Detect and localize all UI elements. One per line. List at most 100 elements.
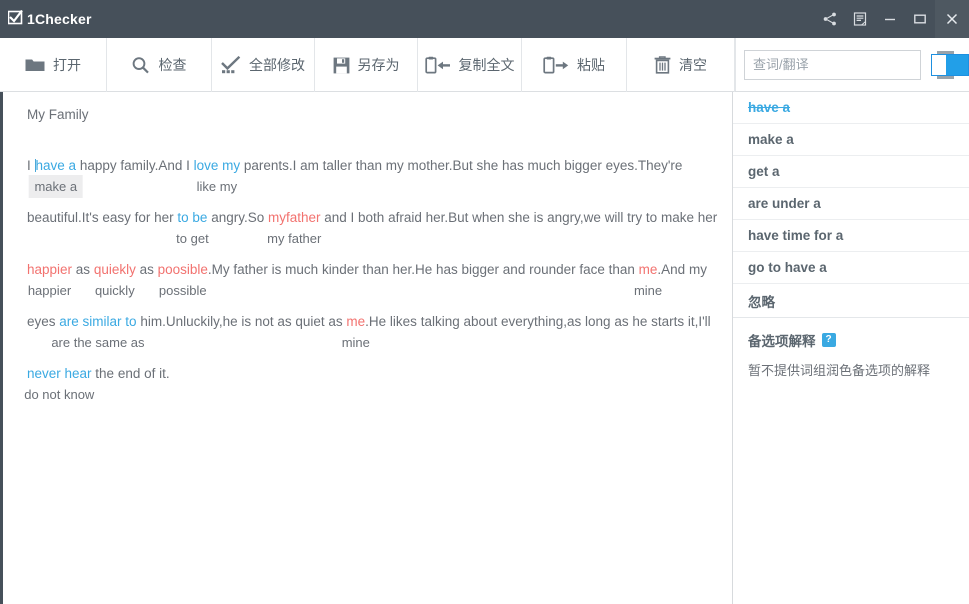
folder-icon bbox=[25, 57, 45, 73]
suggestion-option[interactable]: are under a bbox=[733, 188, 969, 220]
token-text[interactable]: to be bbox=[177, 208, 207, 227]
token-correction[interactable]: do not know bbox=[24, 385, 94, 404]
check-label: 检查 bbox=[158, 57, 187, 73]
translate-toggle[interactable] bbox=[931, 53, 969, 76]
fix-all-label: 全部修改 bbox=[248, 57, 305, 73]
explanation-body: 暂不提供词组润色备选项的解释 bbox=[748, 363, 931, 378]
document-editor[interactable]: My Family I have a make a happy family.An… bbox=[0, 92, 733, 604]
document-title: My Family bbox=[27, 107, 89, 122]
document-line[interactable]: never hear do not know the end of it. bbox=[24, 364, 714, 416]
token-text[interactable]: me bbox=[346, 312, 365, 331]
suggestion-panel: have a make a get a are under a have time fo… bbox=[733, 92, 969, 604]
document-line[interactable]: I have a make a happy family.And I love m… bbox=[27, 156, 714, 208]
text-run: .And my bbox=[657, 262, 707, 277]
text-run: him.Unluckily,he is not as quiet as bbox=[136, 314, 347, 329]
checkbox-check-icon bbox=[7, 9, 23, 28]
text-run: eyes bbox=[27, 314, 60, 329]
clear-button[interactable]: 清空 bbox=[627, 38, 735, 92]
app-title: 1Checker bbox=[27, 11, 92, 27]
toolbar-search-area bbox=[735, 38, 969, 91]
token-correction[interactable]: quickly bbox=[95, 281, 135, 300]
ignore-button[interactable]: 忽略 bbox=[733, 284, 969, 318]
style-suggestion-token[interactable]: never hear do not know bbox=[24, 364, 94, 402]
toggle-knob bbox=[932, 54, 946, 75]
text-run: and I both afraid her.But when she is an… bbox=[320, 210, 718, 225]
suggestion-option[interactable]: go to have a bbox=[733, 252, 969, 284]
text-run: .He likes talking about everything,as lo… bbox=[365, 314, 711, 329]
token-text[interactable]: love my bbox=[194, 156, 241, 175]
text-run: as bbox=[72, 262, 94, 277]
suggestion-list[interactable]: have a make a get a are under a have time fo… bbox=[733, 92, 969, 284]
spelling-error-token[interactable]: me mine bbox=[634, 260, 662, 298]
token-text[interactable]: poosible bbox=[158, 260, 208, 279]
token-correction[interactable]: like my bbox=[197, 177, 237, 196]
spelling-error-token[interactable]: poosible possible bbox=[158, 260, 208, 298]
spelling-error-token[interactable]: me mine bbox=[342, 312, 370, 350]
fix-all-button[interactable]: 全部修改 bbox=[212, 38, 315, 92]
paste-button[interactable]: 粘贴 bbox=[522, 38, 628, 92]
feedback-icon[interactable] bbox=[845, 0, 875, 38]
maximize-icon[interactable] bbox=[905, 0, 935, 38]
window-controls bbox=[815, 0, 969, 38]
check-button[interactable]: 检查 bbox=[107, 38, 212, 92]
search-box[interactable] bbox=[744, 49, 954, 80]
title-bar: 1Checker bbox=[0, 0, 969, 38]
suggestion-current[interactable]: have a bbox=[733, 92, 969, 124]
style-suggestion-token[interactable]: are similar to are the same as bbox=[51, 312, 144, 350]
suggestion-option[interactable]: make a bbox=[733, 124, 969, 156]
spelling-error-token[interactable]: myfather my father bbox=[267, 208, 321, 246]
text-run: parents.I am taller than my mother.But s… bbox=[240, 158, 683, 173]
style-suggestion-token[interactable]: love my like my bbox=[194, 156, 241, 194]
document-line[interactable]: eyes are similar to are the same as him.U… bbox=[27, 312, 714, 364]
text-run: the end of it. bbox=[91, 366, 170, 381]
text-run: as bbox=[135, 262, 158, 277]
text-run: beautiful.It's easy for her bbox=[27, 210, 178, 225]
open-label: 打开 bbox=[52, 57, 81, 73]
copy-all-button[interactable]: 复制全文 bbox=[418, 38, 523, 92]
token-correction[interactable]: to get bbox=[176, 229, 209, 248]
token-text[interactable]: have a bbox=[36, 156, 77, 175]
token-correction[interactable]: are the same as bbox=[51, 333, 144, 352]
token-text[interactable]: myfather bbox=[268, 208, 321, 227]
search-icon bbox=[131, 56, 150, 75]
help-question-icon[interactable]: ? bbox=[821, 333, 836, 347]
style-suggestion-token[interactable]: have a make a bbox=[28, 156, 84, 198]
token-text[interactable]: me bbox=[639, 260, 658, 279]
clear-label: 清空 bbox=[679, 57, 708, 73]
token-text[interactable]: are similar to bbox=[59, 312, 136, 331]
minimize-icon[interactable] bbox=[875, 0, 905, 38]
paste-label: 粘贴 bbox=[577, 57, 606, 73]
token-text[interactable]: never hear bbox=[27, 364, 92, 383]
suggestion-option[interactable]: get a bbox=[733, 156, 969, 188]
token-text[interactable]: happier bbox=[27, 260, 72, 279]
text-run: happy family.And I bbox=[76, 158, 194, 173]
document-line[interactable]: happier happier as quiekly quickly as poos… bbox=[27, 260, 714, 312]
spelling-error-token[interactable]: quiekly quickly bbox=[94, 260, 136, 298]
explanation-title: 备选项解释 bbox=[748, 334, 816, 349]
spelling-error-token[interactable]: happier happier bbox=[27, 260, 72, 298]
search-input[interactable] bbox=[745, 50, 937, 79]
token-correction[interactable]: make a bbox=[28, 175, 84, 198]
close-icon[interactable] bbox=[935, 0, 969, 38]
token-correction[interactable]: mine bbox=[342, 333, 370, 352]
token-correction[interactable]: happier bbox=[28, 281, 71, 300]
floppy-save-icon bbox=[333, 57, 350, 74]
token-correction[interactable]: my father bbox=[267, 229, 321, 248]
document-line[interactable]: beautiful.It's easy for her to be to get … bbox=[27, 208, 717, 260]
style-suggestion-token[interactable]: to be to get bbox=[176, 208, 209, 246]
token-correction[interactable]: mine bbox=[634, 281, 662, 300]
check-all-icon bbox=[221, 56, 241, 74]
save-as-button[interactable]: 另存为 bbox=[315, 38, 419, 92]
explanation-header: 备选项解释 ? bbox=[733, 318, 969, 350]
clipboard-copy-icon bbox=[424, 56, 451, 75]
clipboard-paste-icon bbox=[543, 56, 569, 75]
suggestion-option[interactable]: have time for a bbox=[733, 220, 969, 252]
share-icon[interactable] bbox=[815, 0, 845, 38]
save-as-label: 另存为 bbox=[357, 57, 400, 73]
open-button[interactable]: 打开 bbox=[0, 38, 107, 92]
token-text[interactable]: quiekly bbox=[94, 260, 136, 279]
text-run: I bbox=[27, 158, 35, 173]
app-brand: 1Checker bbox=[0, 9, 92, 28]
token-correction[interactable]: possible bbox=[159, 281, 207, 300]
document-body[interactable]: I have a make a happy family.And I love m… bbox=[24, 156, 717, 416]
